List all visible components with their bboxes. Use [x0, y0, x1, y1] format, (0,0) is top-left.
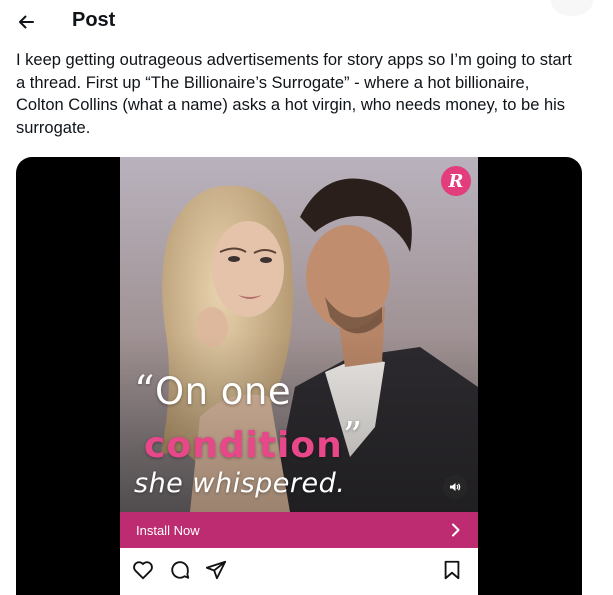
bookmark-icon — [444, 560, 460, 580]
send-icon — [205, 560, 227, 580]
install-now-label: Install Now — [136, 523, 200, 538]
ad-video[interactable]: R “On one condition” she whispered. Inst… — [120, 157, 478, 595]
back-button[interactable] — [10, 6, 42, 38]
post-media[interactable]: R “On one condition” she whispered. Inst… — [16, 157, 582, 595]
install-now-button[interactable]: Install Now — [120, 512, 478, 548]
quote-line-2-text: condition — [144, 425, 343, 466]
quote-line-3: she whispered. — [134, 468, 346, 499]
post-page: Post I keep getting outrageous advertise… — [0, 0, 613, 595]
page-header: Post — [0, 0, 613, 44]
sound-toggle-button[interactable] — [443, 475, 467, 499]
arrow-left-icon — [19, 15, 34, 29]
speaker-icon — [450, 483, 461, 491]
quote-close-mark: ” — [342, 414, 364, 458]
save-button[interactable] — [441, 559, 463, 581]
share-button[interactable] — [205, 559, 227, 581]
quote-line-1-text: On one — [154, 370, 292, 413]
ad-action-row — [120, 548, 478, 595]
comment-bubble-icon — [171, 561, 190, 579]
quote-line-1: “On one — [134, 369, 464, 414]
post-text: I keep getting outrageous advertisements… — [16, 51, 572, 137]
quote-line-2: condition” — [144, 414, 464, 468]
page-title: Post — [72, 9, 116, 31]
app-logo: R — [441, 166, 471, 196]
chevron-right-icon — [452, 523, 460, 537]
ad-quote: “On one condition” she whispered. — [134, 369, 464, 502]
heart-icon — [133, 561, 153, 580]
quote-open-mark: “ — [134, 368, 155, 414]
like-button[interactable] — [132, 559, 154, 581]
comment-button[interactable] — [169, 559, 191, 581]
header-avatar-placeholder — [551, 0, 593, 16]
